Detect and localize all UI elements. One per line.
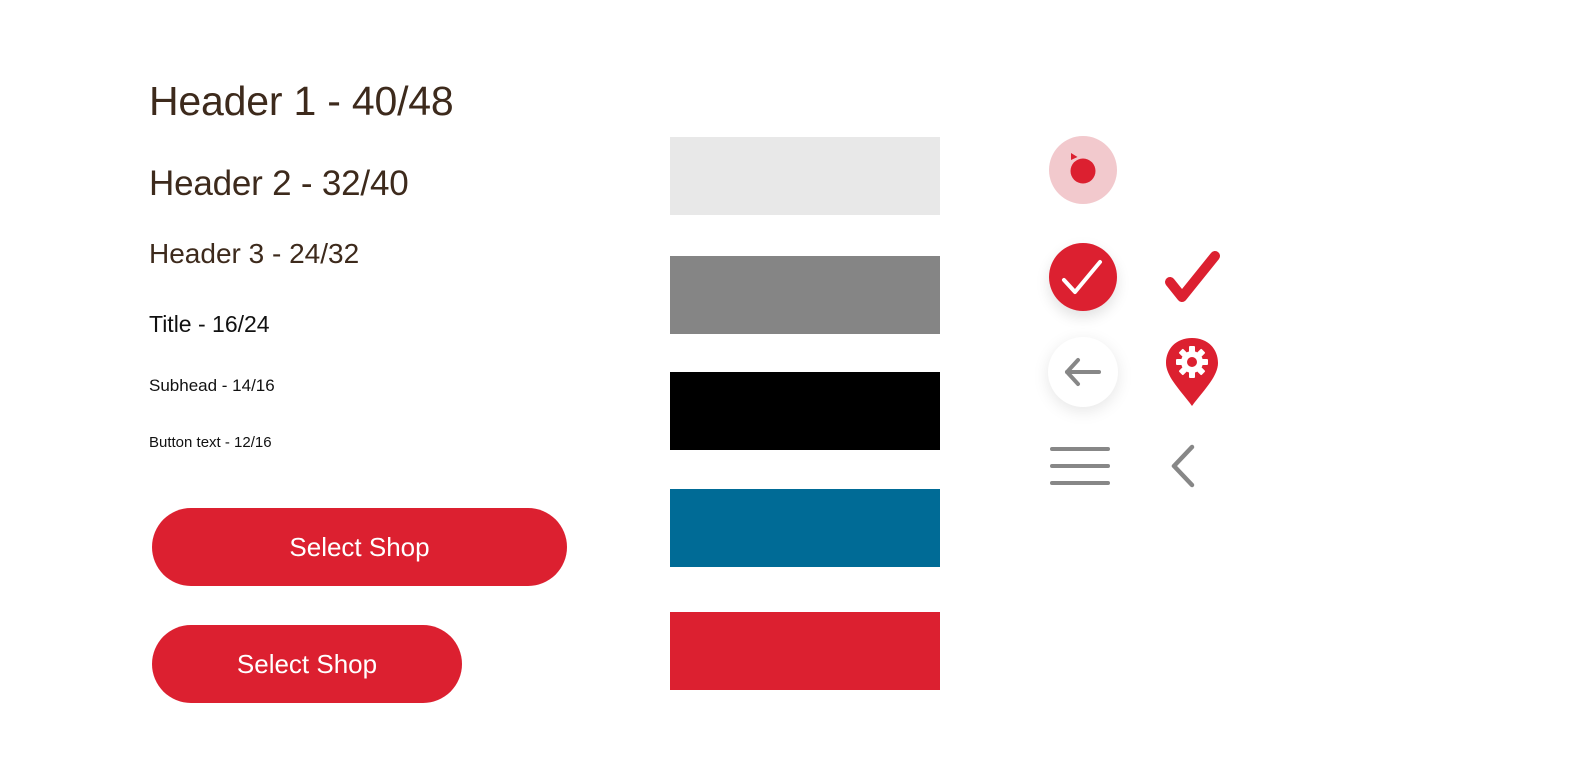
chevron-left-icon[interactable] — [1164, 442, 1204, 490]
location-settings-icon[interactable] — [1162, 336, 1222, 408]
swatch-red — [670, 612, 940, 690]
subhead-sample: Subhead - 14/16 — [149, 376, 275, 395]
select-shop-button-wide[interactable]: Select Shop — [152, 508, 567, 586]
header-1-sample: Header 1 - 40/48 — [149, 78, 454, 124]
title-sample: Title - 16/24 — [149, 311, 270, 337]
swatch-blue — [670, 489, 940, 567]
select-shop-button-narrow[interactable]: Select Shop — [152, 625, 462, 703]
arrow-left-icon[interactable] — [1048, 337, 1118, 407]
swatch-light-gray — [670, 137, 940, 215]
header-2-sample: Header 2 - 32/40 — [149, 164, 409, 203]
check-circle-icon[interactable] — [1049, 243, 1117, 311]
record-icon[interactable] — [1049, 136, 1117, 204]
menu-icon[interactable] — [1048, 444, 1112, 488]
swatch-mid-gray — [670, 256, 940, 334]
swatch-black — [670, 372, 940, 450]
check-icon[interactable] — [1160, 245, 1228, 313]
button-text-sample: Button text - 12/16 — [149, 434, 272, 451]
header-3-sample: Header 3 - 24/32 — [149, 238, 360, 269]
